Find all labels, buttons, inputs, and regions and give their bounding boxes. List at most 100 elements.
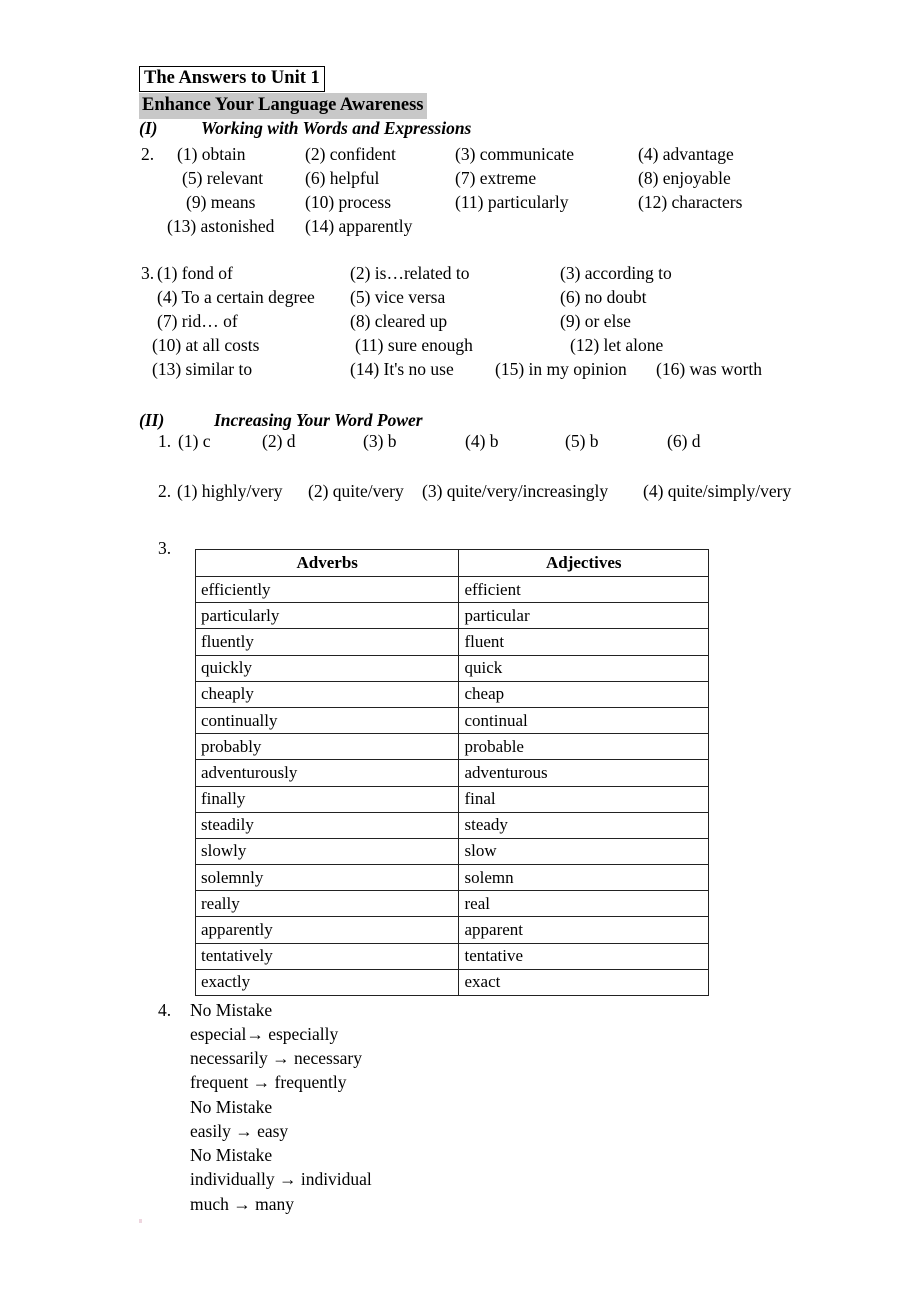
section-2-numeral: (II) [139, 410, 165, 430]
table-body: efficiently efficient particularly particul… [194, 575, 709, 997]
cell-adverb: really [194, 890, 460, 918]
list-item: (1) highly/very [177, 481, 283, 501]
exercise-2-number: 2. [141, 144, 155, 164]
list-item: (14) It's no use [350, 359, 454, 379]
highlighted-heading: Enhance Your Language Awareness [139, 93, 428, 119]
list-item: (4) advantage [638, 144, 734, 164]
table-row: quickly quick [194, 654, 709, 682]
exercise-4-number: 4. [158, 1000, 172, 1020]
list-item: (5) vice versa [350, 287, 446, 307]
table-row: efficiently efficient [194, 575, 709, 604]
list-item: especial→ especially [190, 1024, 339, 1044]
list-item: (3) according to [560, 263, 672, 283]
cell-adjective: tentative [458, 942, 709, 970]
page-title: The Answers to Unit 1 [139, 66, 325, 92]
list-item: (6) helpful [305, 168, 380, 188]
table-row: particularly particular [194, 602, 709, 630]
list-item: (12) characters [638, 192, 743, 212]
scan-artifact [139, 1219, 142, 1223]
list-item: (5) b [565, 431, 599, 451]
cell-adjective: final [458, 785, 709, 813]
cell-adverb: exactly [194, 968, 460, 997]
list-item: (3) communicate [455, 144, 575, 164]
cell-adjective: adventurous [458, 759, 709, 787]
list-item: No Mistake [190, 1000, 273, 1020]
table-row: cheaply cheap [194, 680, 709, 708]
section-1-numeral: (I) [139, 118, 158, 138]
cell-adjective: slow [458, 837, 709, 866]
cell-adjective: real [458, 890, 709, 918]
cell-adverb: quickly [194, 654, 460, 682]
list-item: (1) c [178, 431, 211, 451]
cell-adjective: solemn [458, 864, 709, 892]
list-item: (4) To a certain degree [157, 287, 315, 307]
cell-adverb: particularly [194, 602, 460, 630]
table-row: exactly exact [194, 968, 709, 997]
section-heading-1: (I) Working with Words and Expressions [139, 118, 471, 139]
list-item: much → many [190, 1194, 295, 1214]
column-header-adverbs: Adverbs [194, 549, 460, 577]
cell-adverb: fluently [194, 628, 460, 656]
column-header-adjectives: Adjectives [458, 549, 709, 577]
cell-adjective: apparent [458, 916, 709, 944]
list-item: (10) process [305, 192, 392, 212]
table-row: probably probable [194, 733, 709, 761]
exercise-1-number: 1. [158, 431, 172, 451]
list-item: (1) fond of [157, 263, 233, 283]
table-header-row: Adverbs Adjectives [194, 549, 709, 577]
list-item: (13) astonished [167, 216, 275, 236]
list-item: (7) rid… of [157, 311, 238, 331]
list-item: (7) extreme [455, 168, 537, 188]
exercise-3-number: 3. [141, 263, 155, 283]
list-item: (11) particularly [455, 192, 569, 212]
list-item: (12) let alone [570, 335, 664, 355]
table-row: steadily steady [194, 811, 709, 839]
cell-adjective: particular [458, 602, 709, 630]
cell-adjective: probable [458, 733, 709, 761]
table-row: slowly slow [194, 837, 709, 866]
table-row: tentatively tentative [194, 942, 709, 970]
table-row: fluently fluent [194, 628, 709, 656]
list-item: (2) is…related to [350, 263, 470, 283]
list-item: easily → easy [190, 1121, 289, 1141]
list-item: (3) quite/very/increasingly [422, 481, 609, 501]
list-item: necessarily → necessary [190, 1048, 363, 1068]
cell-adjective: efficient [458, 575, 709, 604]
table-row: really real [194, 890, 709, 918]
list-item: (16) was worth [656, 359, 762, 379]
cell-adverb: steadily [194, 811, 460, 839]
cell-adverb: finally [194, 785, 460, 813]
list-item: (13) similar to [152, 359, 253, 379]
cell-adjective: steady [458, 811, 709, 839]
list-item: (3) b [363, 431, 397, 451]
exercise-3-number: 3. [158, 538, 172, 558]
cell-adjective: continual [458, 706, 709, 735]
table-row: solemnly solemn [194, 864, 709, 892]
list-item: individually → individual [190, 1169, 372, 1189]
cell-adverb: tentatively [194, 942, 460, 970]
cell-adjective: fluent [458, 628, 709, 656]
list-item: (4) quite/simply/very [643, 481, 792, 501]
table-row: finally final [194, 785, 709, 813]
list-item: No Mistake [190, 1097, 273, 1117]
exercise-2-number: 2. [158, 481, 172, 501]
list-item: (11) sure enough [355, 335, 473, 355]
table-row: continually continual [194, 706, 709, 735]
list-item: (5) relevant [182, 168, 264, 188]
adverbs-adjectives-table: Adverbs Adjectives efficiently efficient p… [194, 549, 709, 997]
cell-adjective: cheap [458, 680, 709, 708]
cell-adverb: cheaply [194, 680, 460, 708]
list-item: (2) confident [305, 144, 396, 164]
cell-adverb: solemnly [194, 864, 460, 892]
list-item: (6) no doubt [560, 287, 647, 307]
cell-adjective: quick [458, 654, 709, 682]
list-item: (2) quite/very [308, 481, 404, 501]
list-item: (9) means [186, 192, 256, 212]
table-row: apparently apparent [194, 916, 709, 944]
list-item: (9) or else [560, 311, 631, 331]
cell-adverb: adventurously [194, 759, 460, 787]
document-page: The Answers to Unit 1 Enhance Your Langu… [0, 0, 920, 1302]
list-item: (1) obtain [177, 144, 246, 164]
cell-adverb: apparently [194, 916, 460, 944]
list-item: No Mistake [190, 1145, 273, 1165]
